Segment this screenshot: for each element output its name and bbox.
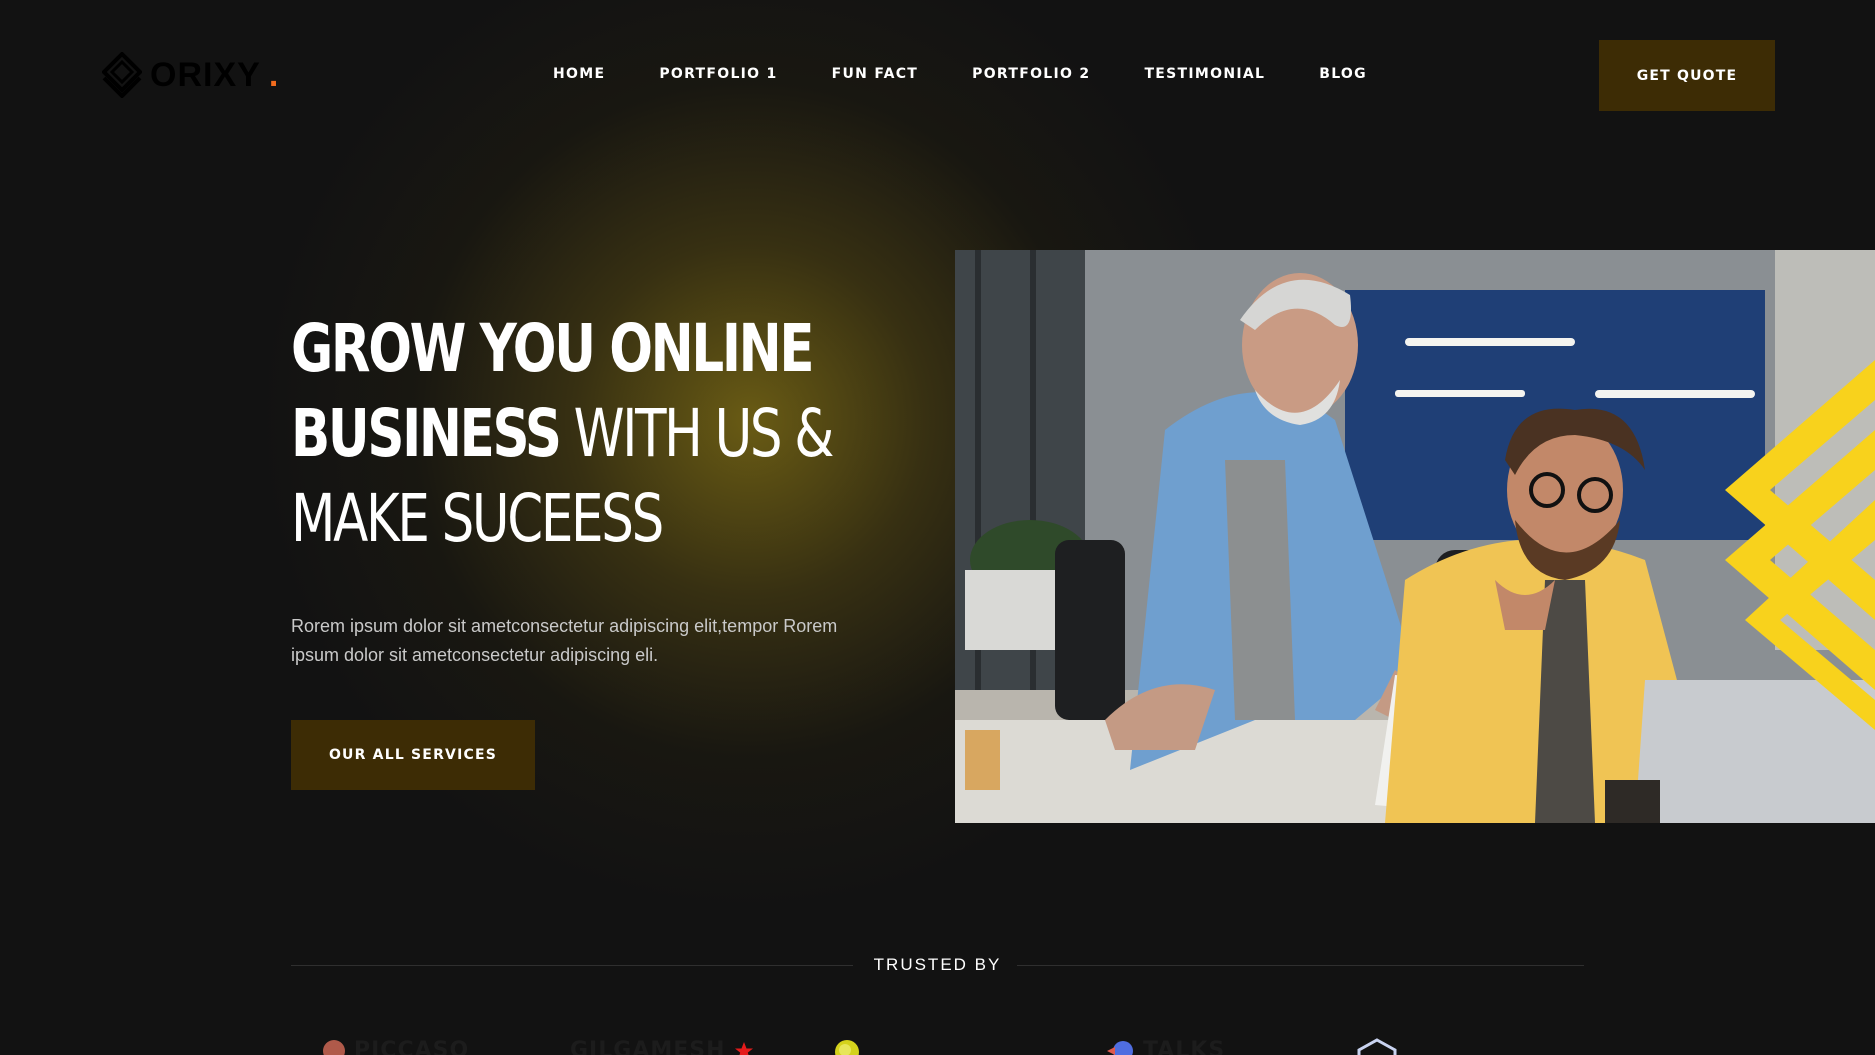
circle-logo-icon: [323, 1039, 345, 1055]
office-meeting-photo-icon: [955, 250, 1875, 823]
partner-logo-orb[interactable]: [832, 1038, 862, 1055]
site-header: ORIXY. HOME PORTFOLIO 1 FUN FACT PORTFOL…: [0, 0, 1875, 150]
partner-name: TALKS: [1143, 1038, 1226, 1055]
star-logo-icon: [734, 1041, 753, 1055]
get-quote-button[interactable]: GET QUOTE: [1599, 40, 1775, 111]
brand-dot: .: [268, 55, 279, 94]
hero-description: Rorem ipsum dolor sit ametconsectetur ad…: [291, 616, 838, 665]
partner-logos: PICCASO GILGAMESH TALKS: [0, 1038, 1875, 1055]
trusted-by-section: TRUSTED BY: [291, 955, 1584, 975]
headline-line-2-bold: BUSINESS: [291, 395, 562, 472]
divider-right: [1017, 965, 1584, 966]
main-nav: HOME PORTFOLIO 1 FUN FACT PORTFOLIO 2 TE…: [553, 66, 1367, 82]
nav-item-portfolio-2[interactable]: PORTFOLIO 2: [972, 66, 1090, 82]
nav-item-testimonial[interactable]: TESTIMONIAL: [1144, 66, 1265, 82]
headline-line-3: MAKE SUCEESS: [291, 480, 664, 557]
hero-image: [955, 250, 1875, 823]
nav-item-blog[interactable]: BLOG: [1319, 66, 1367, 82]
color-orb-logo-icon: [835, 1040, 859, 1055]
hero-headline: GROW YOU ONLINE BUSINESS WITH US & MAKE …: [291, 306, 899, 561]
our-all-services-button[interactable]: OUR ALL SERVICES: [291, 720, 535, 790]
hexagon-logo-icon: [1357, 1038, 1397, 1055]
partner-logo-hexagon[interactable]: [1357, 1038, 1397, 1055]
headline-line-2-light: WITH US &: [559, 395, 835, 472]
nav-item-fun-fact[interactable]: FUN FACT: [832, 66, 919, 82]
brand-logo[interactable]: ORIXY.: [102, 52, 278, 98]
chat-logo-icon: [1107, 1040, 1133, 1055]
partner-name: GILGAMESH: [570, 1038, 726, 1055]
brand-name: ORIXY: [150, 55, 261, 94]
partner-logo-piccaso[interactable]: PICCASO: [322, 1038, 469, 1055]
nav-item-home[interactable]: HOME: [553, 66, 605, 82]
nav-item-portfolio-1[interactable]: PORTFOLIO 1: [659, 66, 777, 82]
diamond-logo-icon: [102, 52, 142, 98]
partner-name: PICCASO: [354, 1038, 470, 1055]
partner-logo-talks[interactable]: TALKS: [1105, 1038, 1225, 1055]
headline-line-1: GROW YOU ONLINE: [291, 310, 815, 387]
partner-logo-gilgamesh[interactable]: GILGAMESH: [570, 1038, 754, 1055]
